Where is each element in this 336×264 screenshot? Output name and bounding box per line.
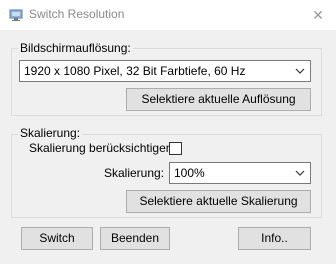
scaling-label: Skalierung:: [104, 166, 165, 180]
scaling-group-label: Skalierung:: [18, 126, 83, 140]
exit-button[interactable]: Beenden: [100, 227, 170, 250]
select-current-scaling-button[interactable]: Selektiere aktuelle Skalierung: [126, 190, 311, 213]
consider-scaling-label: Skalierung berücksichtigen:: [29, 141, 176, 155]
close-icon: ✕: [312, 7, 324, 23]
resolution-dropdown[interactable]: 1920 x 1080 Pixel, 32 Bit Farbtiefe, 60 …: [19, 60, 311, 82]
scaling-dropdown[interactable]: 100%: [169, 162, 311, 184]
scaling-dropdown-value: 100%: [174, 166, 205, 180]
window-title: Switch Resolution: [29, 7, 125, 21]
monitor-icon: [9, 9, 23, 21]
chevron-down-icon: [295, 68, 305, 74]
switch-button[interactable]: Switch: [21, 227, 93, 250]
resolution-dropdown-value: 1920 x 1080 Pixel, 32 Bit Farbtiefe, 60 …: [24, 64, 246, 78]
title-bar: Switch Resolution ✕: [0, 0, 336, 30]
resolution-group-label: Bildschirmauflösung:: [18, 41, 133, 55]
consider-scaling-checkbox[interactable]: [169, 142, 182, 155]
info-button[interactable]: Info..: [238, 227, 311, 250]
close-button[interactable]: ✕: [300, 0, 336, 30]
select-current-resolution-button[interactable]: Selektiere aktuelle Auflösung: [126, 88, 311, 111]
chevron-down-icon: [295, 170, 305, 176]
